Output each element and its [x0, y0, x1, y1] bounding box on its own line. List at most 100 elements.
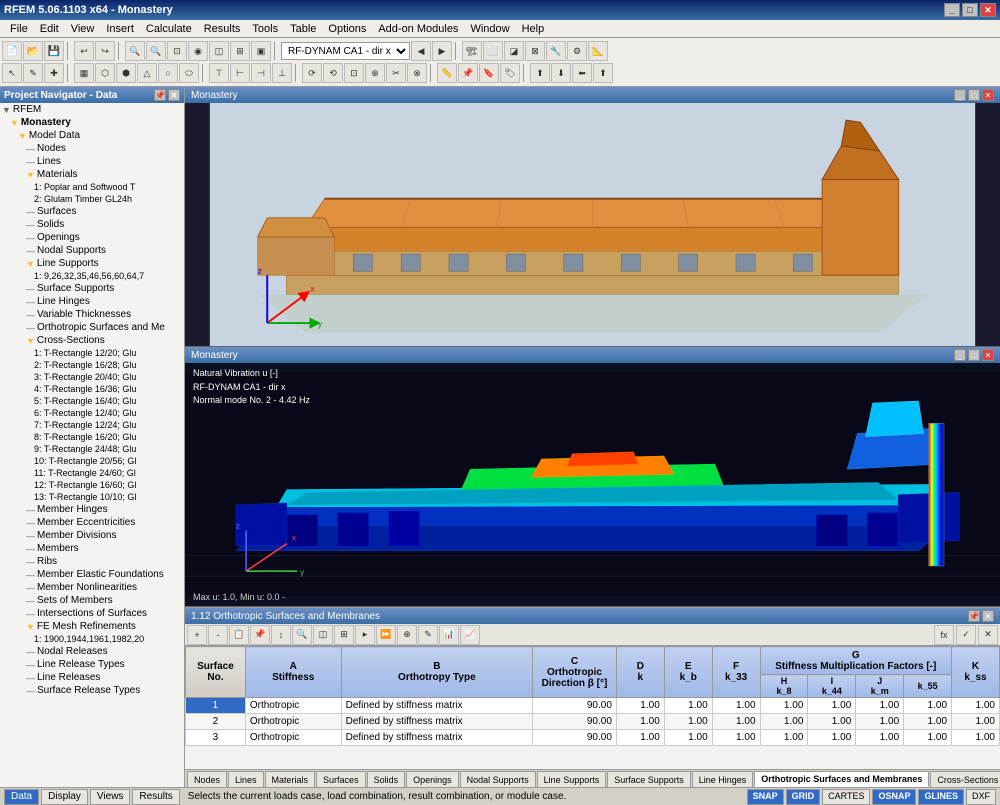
menu-table[interactable]: Table — [284, 20, 322, 38]
tree-sets[interactable]: — Sets of Members — [0, 594, 184, 607]
nav-tab-views[interactable]: Views — [90, 789, 131, 805]
tb2-3[interactable]: ✚ — [44, 63, 64, 83]
nav-pin[interactable]: 📌 — [154, 89, 166, 101]
tree-cs-4[interactable]: 4: T-Rectangle 16/36; Glu — [0, 383, 184, 395]
tt-copy[interactable]: 📋 — [229, 625, 249, 645]
top-view-content[interactable]: x y z — [185, 103, 1000, 346]
tb2-21[interactable]: 📌 — [458, 63, 478, 83]
load-case-combo[interactable]: RF-DYNAM CA1 - dir x — [281, 42, 410, 60]
tree-line-hinges[interactable]: — Line Hinges — [0, 295, 184, 308]
tb2-5[interactable]: ⬡ — [95, 63, 115, 83]
nav-close[interactable]: ✕ — [168, 89, 180, 101]
tb2-24[interactable]: ⬆ — [530, 63, 550, 83]
snap-grid[interactable]: GRID — [786, 789, 821, 805]
tb-open[interactable]: 📂 — [23, 41, 43, 61]
tb2-14[interactable]: ⟳ — [302, 63, 322, 83]
table-row[interactable]: 2 Orthotropic Defined by stiffness matri… — [186, 714, 1000, 730]
bottom-view-close[interactable]: ✕ — [982, 349, 994, 361]
tree-mat-1[interactable]: 1: Poplar and Softwood T — [0, 181, 184, 193]
snap-snap[interactable]: SNAP — [747, 789, 784, 805]
menu-options[interactable]: Options — [322, 20, 372, 38]
tt-new-row[interactable]: + — [187, 625, 207, 645]
tb-next[interactable]: ▶ — [432, 41, 452, 61]
close-button[interactable]: ✕ — [980, 3, 996, 17]
tt-btn3[interactable]: ▸ — [355, 625, 375, 645]
tb2-22[interactable]: 🔖 — [479, 63, 499, 83]
tt-btn5[interactable]: ⊕ — [397, 625, 417, 645]
tree-cs-9[interactable]: 9: T-Rectangle 24/48; Glu — [0, 443, 184, 455]
snap-cartes[interactable]: CARTES — [822, 789, 870, 805]
top-view-max[interactable]: □ — [968, 89, 980, 101]
tab-surface-supports[interactable]: Surface Supports — [607, 771, 691, 787]
top-view-close[interactable]: ✕ — [982, 89, 994, 101]
tt-btn8[interactable]: 📈 — [460, 625, 480, 645]
tb-zoom-fit[interactable]: ⊡ — [167, 41, 187, 61]
tb-btn-d[interactable]: ▣ — [251, 41, 271, 61]
tb-btn-c[interactable]: ⊞ — [230, 41, 250, 61]
tree-member-nonlin[interactable]: — Member Nonlinearities — [0, 581, 184, 594]
nav-tab-data[interactable]: Data — [4, 789, 39, 805]
tree-surface-supports[interactable]: — Surface Supports — [0, 282, 184, 295]
tree-var-thick[interactable]: — Variable Thicknesses — [0, 308, 184, 321]
tb-shade[interactable]: ◪ — [504, 41, 524, 61]
tt-del-row[interactable]: - — [208, 625, 228, 645]
tb-zoom-out[interactable]: 🔍 — [146, 41, 166, 61]
tree-cs-13[interactable]: 13: T-Rectangle 10/10; Gl — [0, 491, 184, 503]
tree-nodal-rel[interactable]: — Nodal Releases — [0, 645, 184, 658]
tb2-17[interactable]: ⊕ — [365, 63, 385, 83]
tree-openings[interactable]: — Openings — [0, 231, 184, 244]
tb2-8[interactable]: ○ — [158, 63, 178, 83]
tb2-26[interactable]: ⬅ — [572, 63, 592, 83]
tree-model-data[interactable]: ▼ Model Data — [0, 129, 184, 142]
tb-save[interactable]: 💾 — [44, 41, 64, 61]
tree-lines[interactable]: — Lines — [0, 155, 184, 168]
tb-render[interactable]: 🏗 — [462, 41, 482, 61]
tab-line-supports[interactable]: Line Supports — [537, 771, 607, 787]
tt-fx[interactable]: fx — [934, 625, 954, 645]
tree-mat-2[interactable]: 2: Glulam Timber GL24h — [0, 193, 184, 205]
tree-cs-10[interactable]: 10: T-Rectangle 20/56; Gl — [0, 455, 184, 467]
menu-window[interactable]: Window — [464, 20, 515, 38]
bottom-view-content[interactable]: x y z Natural Vibration u [-] RF-DYNAM C… — [185, 363, 1000, 606]
tree-member-hinges[interactable]: — Member Hinges — [0, 503, 184, 516]
tb-btn-b[interactable]: ◫ — [209, 41, 229, 61]
tb-btn-f[interactable]: 🔧 — [546, 41, 566, 61]
tab-openings[interactable]: Openings — [406, 771, 459, 787]
tt-btn1[interactable]: ◫ — [313, 625, 333, 645]
tt-cancel[interactable]: ✕ — [978, 625, 998, 645]
table-row[interactable]: 1 Orthotropic Defined by stiffness matri… — [186, 698, 1000, 714]
tree-nodes[interactable]: — Nodes — [0, 142, 184, 155]
tb2-12[interactable]: ⊣ — [251, 63, 271, 83]
tt-paste[interactable]: 📌 — [250, 625, 270, 645]
tree-member-elast[interactable]: — Member Elastic Foundations — [0, 568, 184, 581]
tree-ortho[interactable]: — Orthotropic Surfaces and Me — [0, 321, 184, 334]
tb2-16[interactable]: ⊡ — [344, 63, 364, 83]
tree-solids[interactable]: — Solids — [0, 218, 184, 231]
bottom-panel-pin[interactable]: 📌 — [968, 610, 980, 622]
bottom-view-min[interactable]: _ — [954, 349, 966, 361]
tab-nodal-supports[interactable]: Nodal Supports — [460, 771, 536, 787]
tree-member-ecc[interactable]: — Member Eccentricities — [0, 516, 184, 529]
snap-osnap[interactable]: OSNAP — [872, 789, 916, 805]
tb-btn-g[interactable]: ⚙ — [567, 41, 587, 61]
tab-ortho[interactable]: Orthotropic Surfaces and Membranes — [754, 771, 929, 787]
tab-solids[interactable]: Solids — [367, 771, 406, 787]
maximize-button[interactable]: □ — [962, 3, 978, 17]
tab-cross-sections[interactable]: Cross-Sections — [930, 771, 1000, 787]
tree-cs-11[interactable]: 11: T-Rectangle 24/60; Gl — [0, 467, 184, 479]
tt-btn6[interactable]: ✎ — [418, 625, 438, 645]
tb2-19[interactable]: ⊗ — [407, 63, 427, 83]
tree-cs-7[interactable]: 7: T-Rectangle 12/24; Glu — [0, 419, 184, 431]
menu-view[interactable]: View — [65, 20, 101, 38]
tb2-4[interactable]: ▦ — [74, 63, 94, 83]
tt-btn2[interactable]: ⊞ — [334, 625, 354, 645]
tree-line-rel-types[interactable]: — Line Release Types — [0, 658, 184, 671]
tree-cs-8[interactable]: 8: T-Rectangle 16/20; Glu — [0, 431, 184, 443]
tb2-15[interactable]: ⟲ — [323, 63, 343, 83]
tree-cross[interactable]: ▼ Cross-Sections — [0, 334, 184, 347]
tab-nodes[interactable]: Nodes — [187, 771, 227, 787]
tb2-20[interactable]: 📏 — [437, 63, 457, 83]
tb2-1[interactable]: ↖ — [2, 63, 22, 83]
tab-materials[interactable]: Materials — [265, 771, 316, 787]
tb2-7[interactable]: △ — [137, 63, 157, 83]
